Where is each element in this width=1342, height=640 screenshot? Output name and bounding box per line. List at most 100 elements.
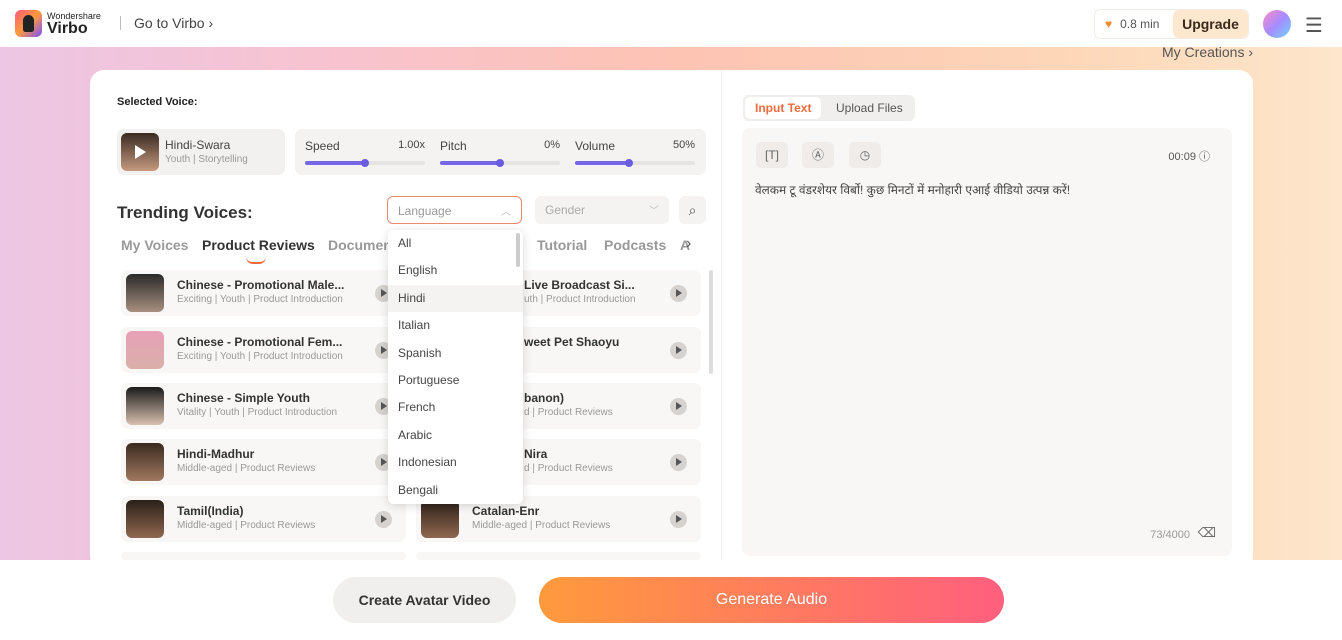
voice-avatar — [126, 387, 164, 425]
go-to-virbo-link[interactable]: Go to Virbo › — [134, 15, 213, 31]
language-placeholder: Language — [398, 204, 452, 218]
clear-eraser-icon[interactable]: ⌫ — [1198, 525, 1216, 541]
top-bar: Wondershare Virbo Go to Virbo › ♥ 0.8 mi… — [0, 0, 1342, 47]
slider-track[interactable] — [440, 159, 560, 167]
volume-slider[interactable]: Volume 50% — [575, 129, 695, 175]
diamond-icon: ♥ — [1105, 17, 1113, 31]
virbo-logo-icon[interactable] — [15, 10, 42, 37]
gender-select[interactable]: Gender ﹀ — [535, 196, 669, 224]
voice-tags: d | Product Reviews — [524, 407, 613, 418]
voice-tags: Exciting | Youth | Product Introduction — [177, 351, 343, 362]
slider-track[interactable] — [575, 159, 695, 167]
voice-list-scrollbar[interactable] — [709, 270, 713, 374]
play-icon[interactable] — [670, 454, 687, 471]
input-mode-tabs: Input Text Upload Files — [743, 95, 915, 121]
divider — [120, 16, 121, 30]
credits-badge: ♥ 0.8 min Upgrade — [1094, 9, 1249, 39]
credits-minutes: 0.8 min — [1120, 17, 1160, 31]
search-icon[interactable]: ⌕ — [679, 196, 706, 224]
slider-track[interactable] — [305, 159, 425, 167]
voice-name: Chinese - Promotional Fem... — [177, 335, 343, 349]
chevron-down-icon: ﹀ — [649, 206, 659, 217]
my-creations-link[interactable]: My Creations › — [1162, 44, 1253, 60]
voice-avatar — [126, 274, 164, 312]
voice-card[interactable]: Chinese - Promotional Fem... Exciting | … — [121, 327, 406, 373]
voice-card[interactable] — [416, 552, 701, 560]
voice-card[interactable]: Chinese - Simple Youth Vitality | Youth … — [121, 383, 406, 429]
tab-documentary[interactable]: Documen — [328, 237, 392, 253]
play-icon[interactable] — [670, 398, 687, 415]
voice-name: Chinese - Promotional Male... — [177, 278, 345, 292]
tab-input-text[interactable]: Input Text — [745, 97, 822, 119]
voice-name: Chinese - Simple Youth — [177, 391, 310, 405]
script-text[interactable]: वेलकम टू वंडरशेयर विर्बो! कुछ मिनटों में… — [755, 181, 1070, 198]
voice-tags: Vitality | Youth | Product Introduction — [177, 407, 338, 418]
language-option[interactable]: Spanish — [388, 340, 523, 367]
tab-upload-files[interactable]: Upload Files — [826, 97, 913, 119]
pitch-slider[interactable]: Pitch 0% — [440, 129, 560, 175]
voice-card[interactable]: Chinese - Promotional Male... Exciting |… — [121, 270, 406, 316]
voice-name: weet Pet Shaoyu — [524, 335, 620, 349]
language-option[interactable]: Portuguese — [388, 367, 523, 394]
voice-avatar — [421, 500, 459, 538]
voice-tags: d | Product Reviews — [524, 463, 613, 474]
voice-tags: Middle-aged | Product Reviews — [472, 520, 611, 531]
speed-slider[interactable]: Speed 1.00x — [305, 129, 425, 175]
language-option[interactable]: Indonesian — [388, 449, 523, 476]
slider-value: 0% — [544, 139, 560, 151]
language-option[interactable]: Italian — [388, 312, 523, 339]
slider-fill[interactable] — [440, 159, 504, 167]
slider-fill[interactable] — [305, 159, 369, 167]
text-format-icon[interactable]: [T] — [756, 142, 788, 168]
chevron-right-icon[interactable]: › — [686, 235, 691, 253]
text-editor[interactable]: [T] Ⓐ ◷ 00:09 ⓘ वेलकम टू वंडरशेयर विर्बो… — [742, 128, 1232, 556]
duration-value: 00:09 — [1168, 151, 1196, 163]
language-option[interactable]: All — [388, 230, 523, 257]
voice-avatar-play-icon[interactable] — [121, 133, 159, 171]
go-to-label: Go to Virbo — [134, 15, 205, 31]
voice-card[interactable]: Hindi-Madhur Middle-aged | Product Revie… — [121, 439, 406, 485]
play-icon[interactable] — [670, 342, 687, 359]
slider-label: Speed — [305, 139, 340, 153]
slider-label: Volume — [575, 139, 616, 153]
selected-voice-label: Selected Voice: — [117, 96, 198, 108]
language-option[interactable]: French — [388, 394, 523, 421]
tab-product-reviews[interactable]: Product Reviews — [202, 237, 315, 264]
user-avatar[interactable] — [1263, 10, 1291, 38]
hamburger-menu-icon[interactable]: ☰ — [1305, 13, 1323, 38]
voice-name: Catalan-Enr — [472, 504, 540, 518]
generate-audio-button[interactable]: Generate Audio — [539, 577, 1004, 623]
selected-voice-card[interactable]: Hindi-Swara Youth | Storytelling — [117, 129, 285, 175]
voice-name: banon) — [524, 391, 564, 405]
language-option[interactable]: Arabic — [388, 422, 523, 449]
chevron-right-icon: › — [208, 15, 214, 31]
language-option[interactable]: Hindi — [388, 284, 523, 313]
voice-tags: Middle-aged | Product Reviews — [177, 520, 316, 531]
slider-label: Pitch — [440, 139, 467, 153]
selected-voice-name: Hindi-Swara — [165, 138, 231, 152]
language-select[interactable]: Language ︿ — [387, 196, 522, 224]
play-icon[interactable] — [670, 285, 687, 302]
slider-fill[interactable] — [575, 159, 633, 167]
tab-tutorial[interactable]: Tutorial — [537, 237, 587, 253]
voice-avatar — [126, 500, 164, 538]
help-icon[interactable]: ⓘ — [1199, 151, 1210, 163]
pronunciation-icon[interactable]: Ⓐ — [802, 142, 834, 168]
character-count: 73/4000 — [1150, 529, 1190, 541]
voice-name: Nira — [524, 447, 548, 461]
dropdown-scrollbar[interactable] — [516, 233, 520, 267]
upgrade-button[interactable]: Upgrade — [1173, 10, 1248, 38]
voice-name: Hindi-Madhur — [177, 447, 255, 461]
create-avatar-video-button[interactable]: Create Avatar Video — [333, 577, 516, 623]
chevron-up-icon: ︿ — [501, 207, 511, 218]
play-icon[interactable] — [670, 511, 687, 528]
voice-card[interactable]: Tamil(India) Middle-aged | Product Revie… — [121, 496, 406, 542]
tab-podcasts[interactable]: Podcasts — [604, 237, 666, 253]
tab-my-voices[interactable]: My Voices — [121, 237, 188, 253]
language-option[interactable]: English — [388, 257, 523, 284]
play-icon[interactable] — [375, 511, 392, 528]
voice-avatar — [126, 331, 164, 369]
language-option[interactable]: Bengali — [388, 477, 523, 504]
voice-card[interactable] — [121, 552, 406, 560]
pause-clock-icon[interactable]: ◷ — [849, 142, 881, 168]
